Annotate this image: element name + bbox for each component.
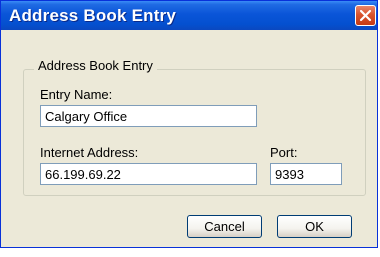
internet-address-label: Internet Address: xyxy=(40,145,139,160)
groupbox-label: Address Book Entry xyxy=(34,58,157,73)
window-title: Address Book Entry xyxy=(9,6,177,25)
title-bar[interactable]: Address Book Entry xyxy=(1,1,377,30)
address-book-entry-dialog: Address Book Entry Address Book Entry En… xyxy=(0,0,378,248)
close-button[interactable] xyxy=(355,5,376,26)
port-input[interactable] xyxy=(270,163,342,185)
entry-name-input[interactable] xyxy=(40,105,257,127)
close-icon xyxy=(359,9,372,22)
port-label: Port: xyxy=(270,145,298,160)
internet-address-input[interactable] xyxy=(40,163,257,185)
ok-button[interactable]: OK xyxy=(277,215,352,238)
cancel-button[interactable]: Cancel xyxy=(187,215,262,238)
entry-name-label: Entry Name: xyxy=(40,87,113,102)
